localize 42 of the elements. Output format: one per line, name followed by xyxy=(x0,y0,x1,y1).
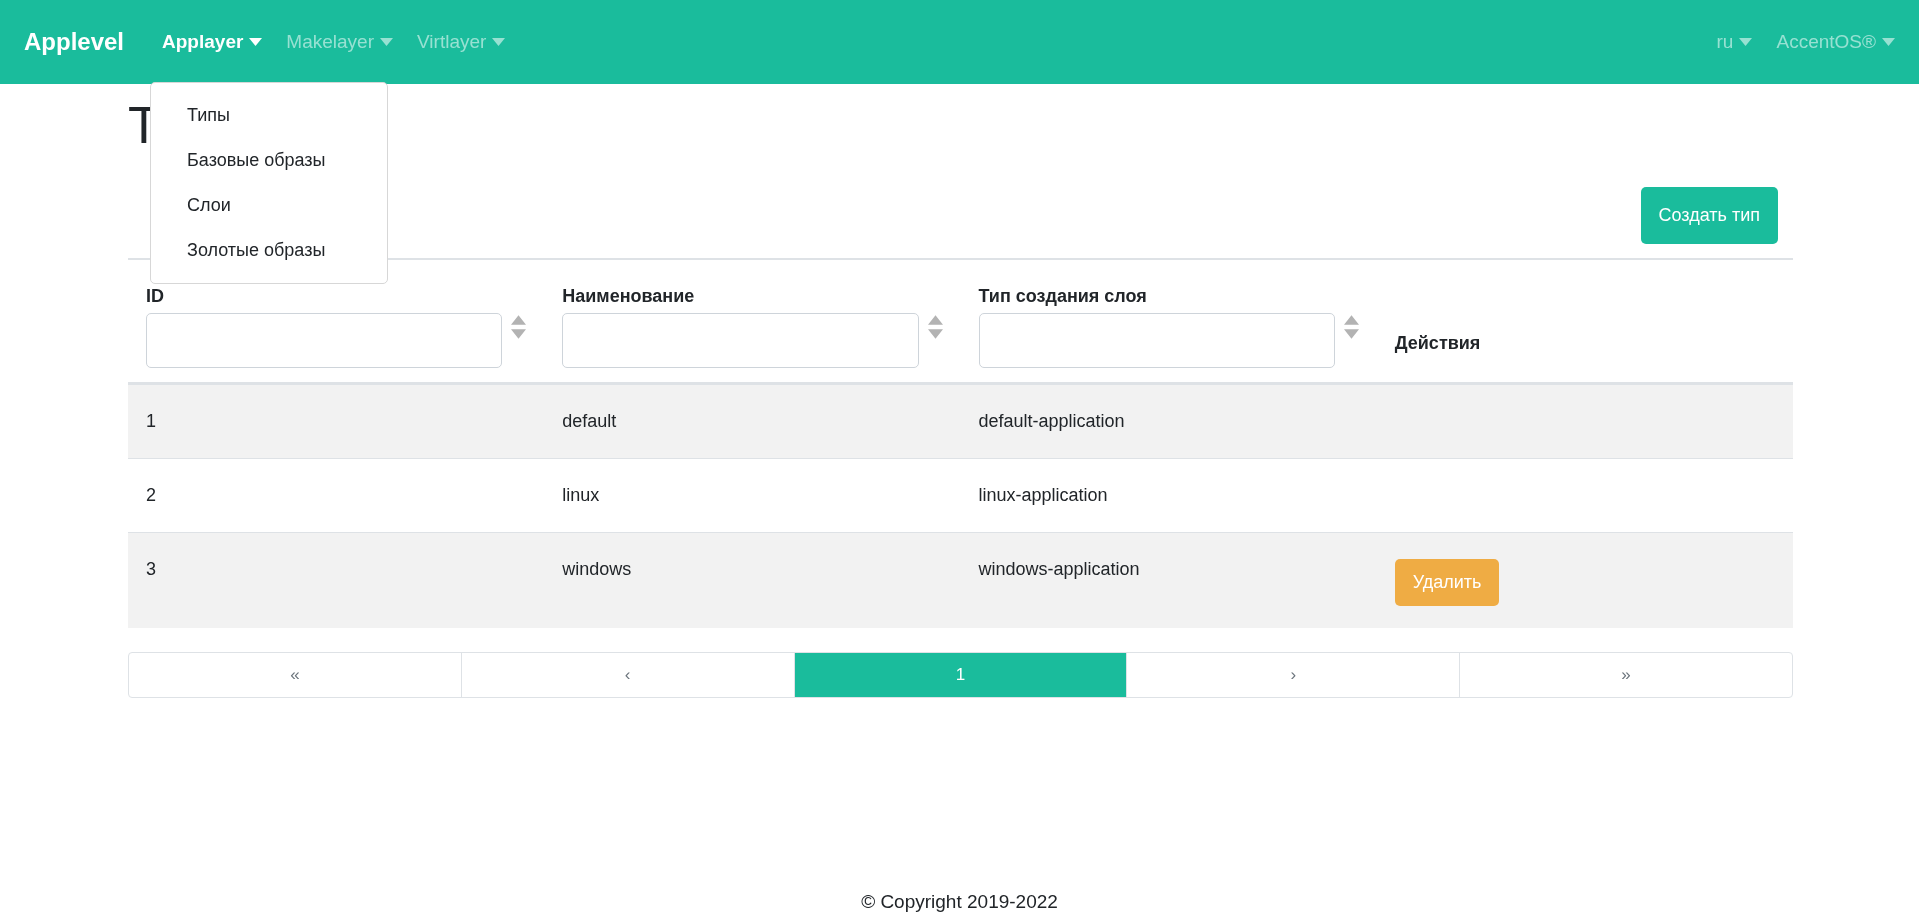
table-cell: default xyxy=(562,411,617,431)
copyright-text: © Copyright 2019-2022 xyxy=(861,891,1058,912)
caret-icon xyxy=(380,38,393,46)
dropdown-item[interactable]: Слои xyxy=(151,183,388,228)
table-cell: windows-application xyxy=(978,559,1140,579)
table-cell: windows xyxy=(562,559,632,579)
sort-icon[interactable] xyxy=(1343,315,1359,339)
page-link[interactable]: 1 xyxy=(793,653,1127,697)
filter-field[interactable] xyxy=(562,313,919,368)
page-link[interactable]: ‹ xyxy=(460,653,794,697)
column-header: Наименование xyxy=(562,286,695,306)
column-header: Тип создания слоя xyxy=(978,286,1147,306)
brand-link[interactable]: Applevel xyxy=(24,28,125,56)
filter-field[interactable] xyxy=(978,313,1335,368)
caret-icon xyxy=(1739,38,1753,46)
nav-menu[interactable]: Applayer xyxy=(162,31,263,53)
dropdown-item[interactable]: Базовые образы xyxy=(151,138,388,183)
dropdown-item[interactable]: Типы xyxy=(151,93,388,138)
column-header: ID xyxy=(146,286,164,306)
table-cell: linux-application xyxy=(978,485,1108,505)
nav-menu[interactable]: AccentOS® xyxy=(1776,31,1895,53)
create-button[interactable]: Создать тип xyxy=(1640,187,1778,244)
table-cell: 3 xyxy=(146,559,156,579)
nav-menu[interactable]: ru xyxy=(1716,31,1753,53)
table-cell: linux xyxy=(562,485,600,505)
sort-icon[interactable] xyxy=(927,315,943,339)
filter-field[interactable] xyxy=(146,313,503,368)
caret-icon xyxy=(492,38,506,46)
sort-icon[interactable] xyxy=(511,315,527,339)
column-header: Действия xyxy=(1394,333,1481,353)
dropdown-item[interactable]: Золотые образы xyxy=(151,228,388,273)
table-cell: 2 xyxy=(146,485,156,505)
nav-menu[interactable]: Virtlayer xyxy=(417,31,506,53)
nav-menu[interactable]: Makelayer xyxy=(286,31,393,53)
page-link[interactable]: » xyxy=(1459,653,1792,697)
table-cell: default-application xyxy=(978,411,1125,431)
caret-icon xyxy=(249,38,263,46)
delete-button[interactable]: Удалить xyxy=(1394,559,1500,606)
table-cell: 1 xyxy=(146,411,156,431)
caret-icon xyxy=(1882,38,1895,46)
page-link[interactable]: « xyxy=(129,653,461,697)
page-link[interactable]: › xyxy=(1126,653,1460,697)
